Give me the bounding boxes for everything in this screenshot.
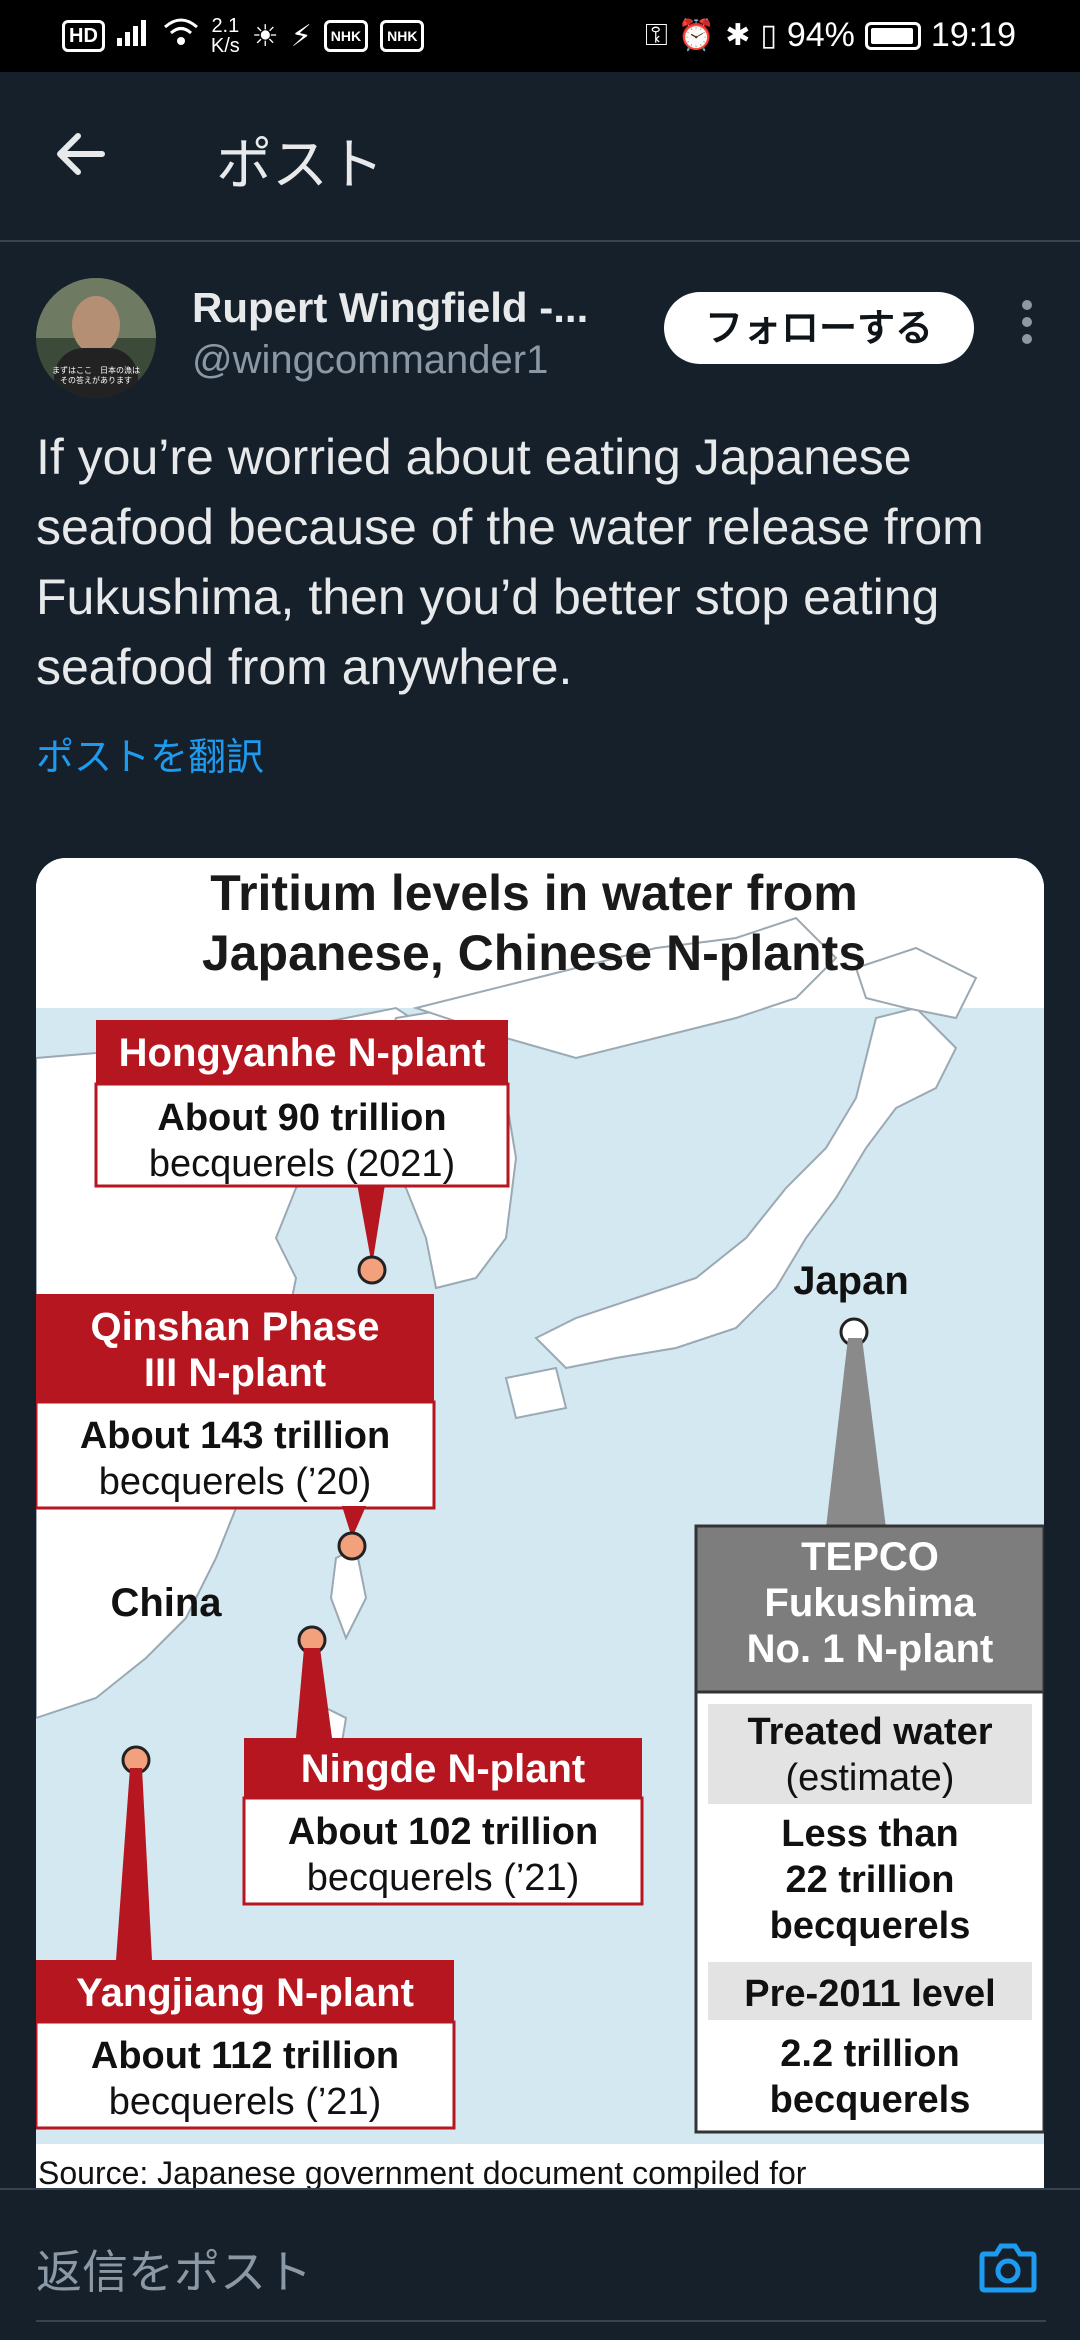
- battery-percent: 94%: [786, 16, 855, 54]
- svg-text:22 trillion: 22 trillion: [786, 1859, 955, 1901]
- svg-text:About 90 trillion: About 90 trillion: [157, 1097, 446, 1139]
- key-icon: ⚿: [644, 18, 668, 52]
- follow-button[interactable]: フォローする: [664, 292, 974, 364]
- label-japan: Japan: [793, 1259, 909, 1303]
- network-speed: 2.1 K/s: [210, 15, 240, 57]
- nhk-app-icon: NHK: [323, 20, 369, 52]
- avatar[interactable]: まずはここ 日本の漁は その答えがあります: [36, 278, 156, 398]
- plant-marker-hongyanhe: [357, 1255, 387, 1285]
- svg-text:Less than: Less than: [781, 1813, 958, 1855]
- svg-text:TEPCO: TEPCO: [801, 1535, 939, 1579]
- infographic-title-line1: Tritium levels in water from: [210, 865, 857, 921]
- battery-icon: [864, 21, 921, 50]
- translate-post-link[interactable]: ポストを翻訳: [36, 726, 264, 781]
- svg-text:becquerels (’21): becquerels (’21): [307, 1857, 579, 1899]
- svg-text:About 102 trillion: About 102 trillion: [288, 1811, 598, 1853]
- hd-badge: HD: [62, 20, 105, 52]
- label-china: China: [110, 1581, 222, 1625]
- more-options-icon[interactable]: [1012, 294, 1042, 364]
- reply-input[interactable]: 返信をポスト: [36, 2236, 312, 2302]
- nhk-news-icon: NHK: [380, 20, 425, 52]
- svg-text:becquerels (2021): becquerels (2021): [149, 1143, 455, 1185]
- svg-text:Hongyanhe N-plant: Hongyanhe N-plant: [119, 1031, 486, 1075]
- svg-text:Treated water: Treated water: [748, 1711, 993, 1753]
- post-text: If you’re worried about eating Japanese …: [36, 429, 984, 695]
- wifi-icon: [163, 17, 199, 55]
- svg-text:becquerels (’20): becquerels (’20): [99, 1461, 371, 1503]
- svg-text:III N-plant: III N-plant: [144, 1351, 326, 1395]
- author-handle[interactable]: @wingcommander1: [192, 338, 548, 383]
- post-image[interactable]: Tritium levels in water from Japanese, C…: [36, 858, 1044, 2190]
- bluetooth-icon: ✱: [725, 19, 751, 52]
- app-bar: ポスト: [0, 72, 1080, 242]
- svg-text:Yangjiang N-plant: Yangjiang N-plant: [76, 1971, 414, 2015]
- svg-text:Fukushima: Fukushima: [764, 1581, 976, 1625]
- reply-divider: [36, 2320, 1046, 2322]
- camera-icon[interactable]: [978, 2240, 1038, 2296]
- infographic-source: Source: Japanese government document com…: [38, 2155, 807, 2190]
- svg-text:2.2 trillion: 2.2 trillion: [780, 2033, 959, 2075]
- svg-text:Qinshan Phase: Qinshan Phase: [91, 1305, 380, 1349]
- vibrate-icon: ▯: [760, 19, 777, 52]
- svg-text:becquerels: becquerels: [770, 1905, 971, 1947]
- back-arrow-icon[interactable]: [50, 124, 120, 194]
- svg-text:Ningde N-plant: Ningde N-plant: [301, 1747, 585, 1791]
- infographic-title-line2: Japanese, Chinese N-plants: [202, 925, 866, 981]
- svg-text:becquerels: becquerels: [770, 2079, 971, 2121]
- svg-text:Pre-2011 level: Pre-2011 level: [744, 1973, 995, 2015]
- clock: 19:19: [930, 16, 1016, 54]
- post-author: まずはここ 日本の漁は その答えがあります Rupert Wingfield -.…: [36, 278, 1046, 402]
- alarm-icon: ⏰: [677, 19, 716, 52]
- svg-text:About 143 trillion: About 143 trillion: [80, 1415, 390, 1457]
- svg-text:No. 1 N-plant: No. 1 N-plant: [747, 1627, 994, 1671]
- svg-text:About 112 trillion: About 112 trillion: [91, 2035, 399, 2077]
- flash-icon: ⚡: [290, 19, 312, 53]
- callout-tepco-fukushima: TEPCO Fukushima No. 1 N-plant Treated wa…: [694, 1524, 1044, 2134]
- status-bar: HD 2.1 K/s ☀ ⚡ NHK NHK ⚿ ⏰ ✱ ▯ 94% 19:19: [0, 0, 1080, 72]
- svg-text:becquerels (’21): becquerels (’21): [109, 2081, 381, 2123]
- page-title: ポスト: [216, 133, 384, 196]
- svg-text:(estimate): (estimate): [786, 1757, 955, 1799]
- plant-marker-qinshan: [337, 1531, 367, 1561]
- signal-icon: [116, 18, 151, 54]
- brightness-icon: ☀: [251, 19, 279, 53]
- reply-bar: 返信をポスト: [0, 2188, 1080, 2340]
- author-name[interactable]: Rupert Wingfield -...: [192, 284, 632, 332]
